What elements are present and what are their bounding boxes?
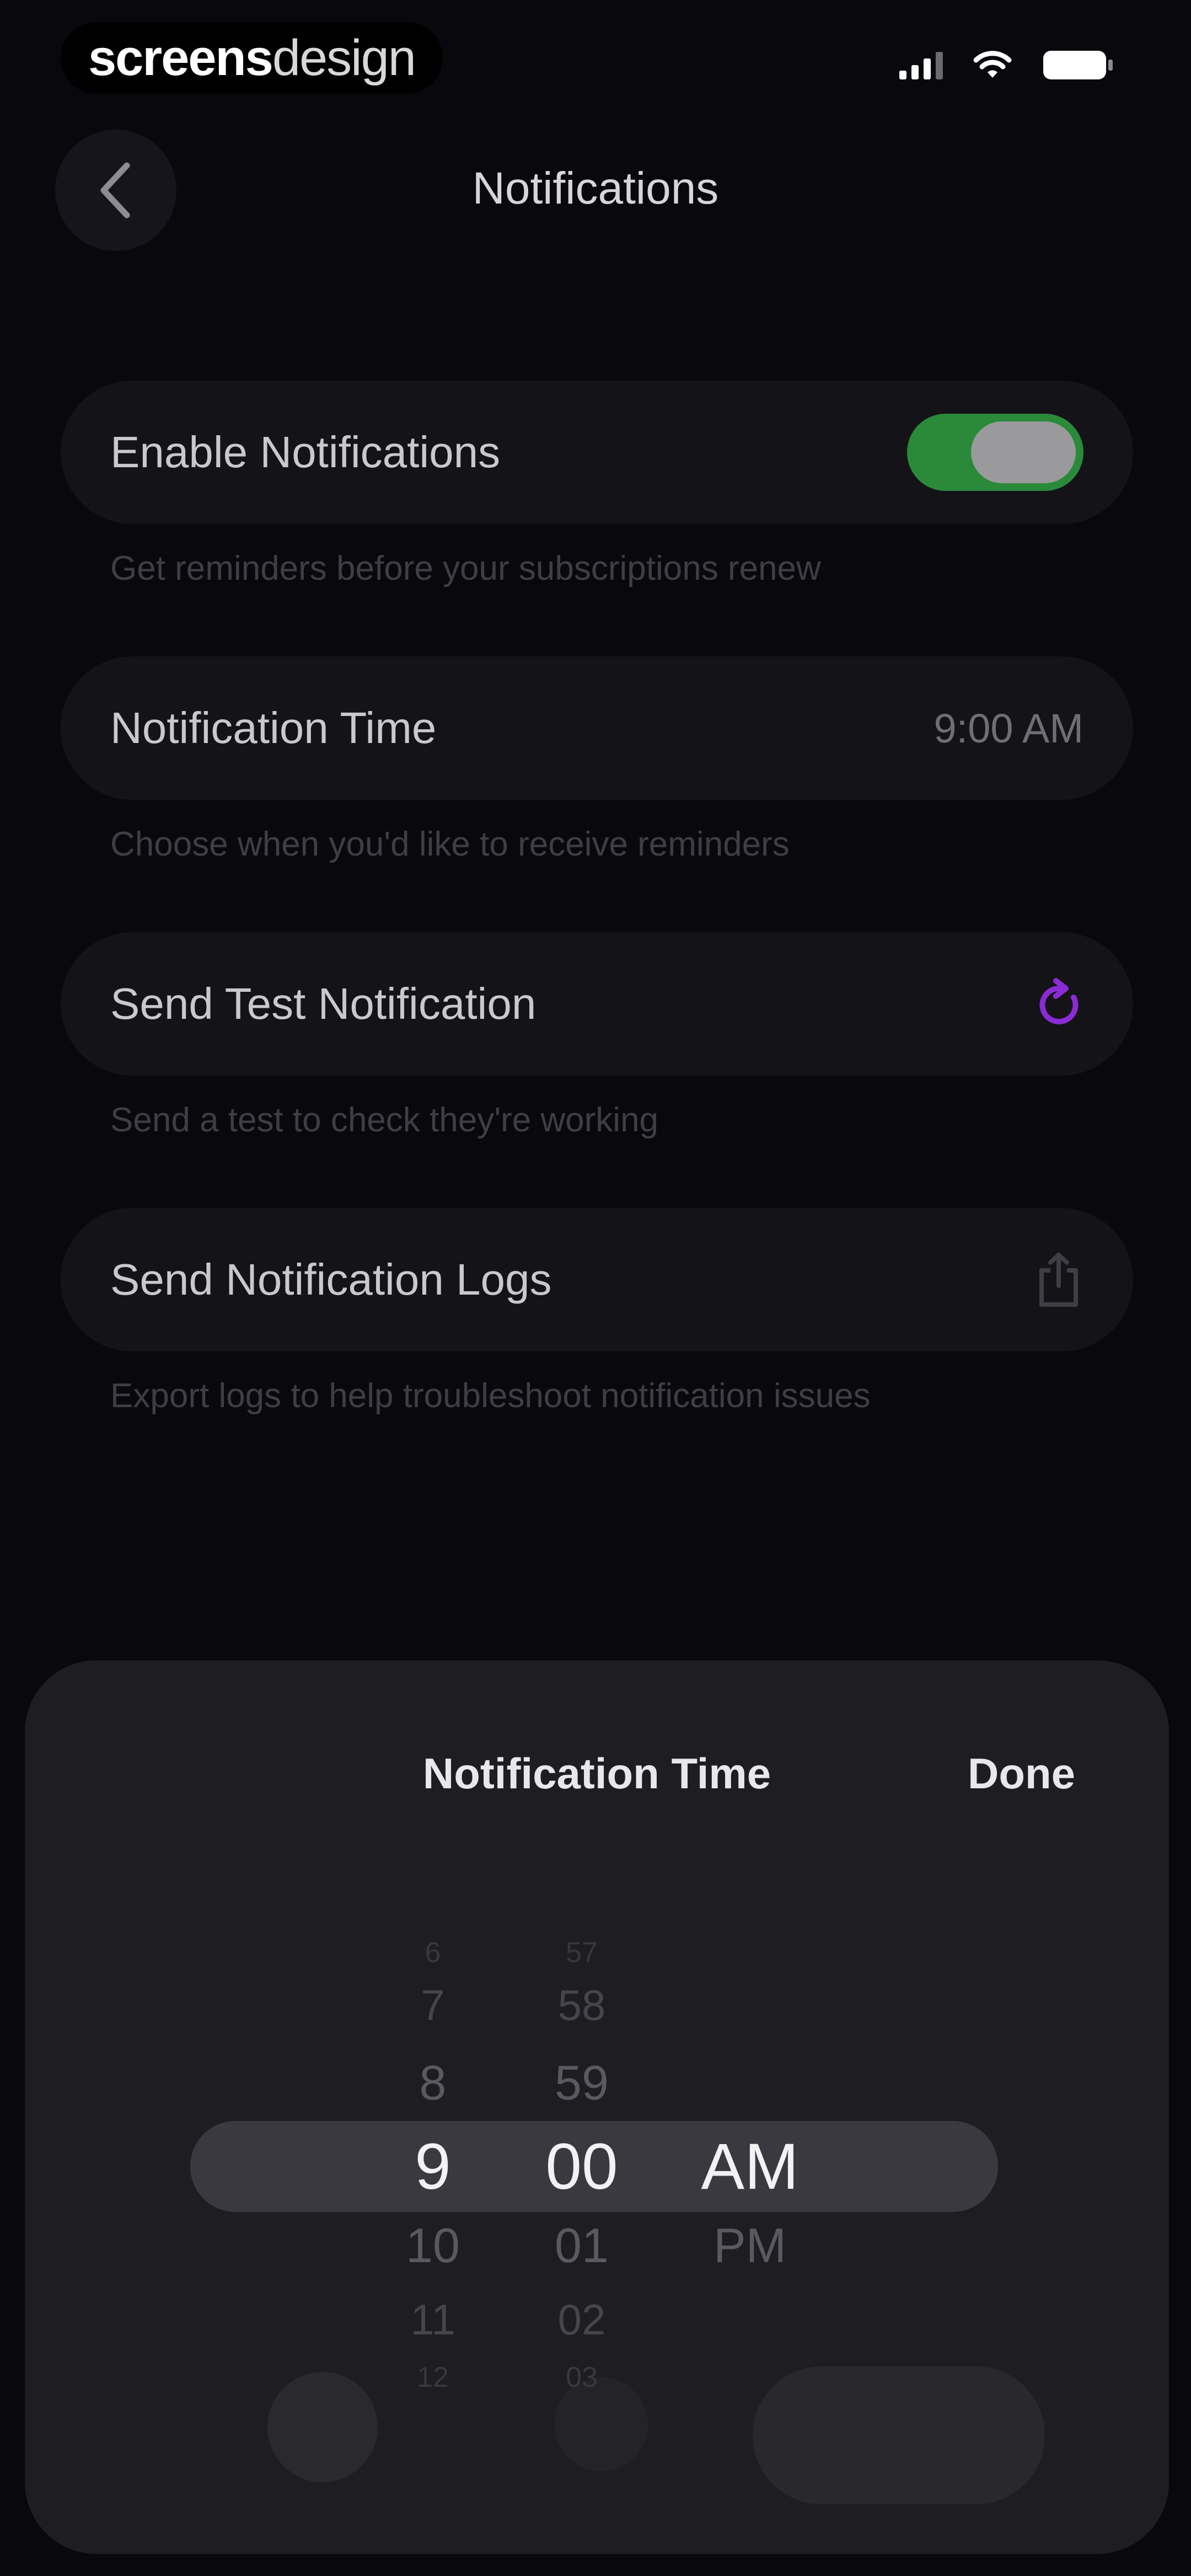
- picker-hour-selected[interactable]: 9: [350, 2129, 516, 2204]
- time-picker-sheet: Notification Time Done 6 7 8 9 10 11 12 …: [25, 1660, 1169, 2554]
- send-notification-logs-row[interactable]: Send Notification Logs: [61, 1208, 1133, 1351]
- status-bar: screens design: [0, 0, 1191, 127]
- enable-notifications-toggle[interactable]: [907, 414, 1083, 491]
- picker-hour-option[interactable]: 12: [350, 2361, 516, 2394]
- refresh-icon: [1034, 976, 1083, 1032]
- picker-period-selected[interactable]: AM: [667, 2129, 833, 2204]
- picker-hour-option[interactable]: 8: [350, 2055, 516, 2111]
- notification-time-caption: Choose when you'd like to receive remind…: [110, 825, 790, 863]
- battery-icon: [1042, 50, 1114, 81]
- picker-minute-option[interactable]: 57: [499, 1936, 664, 1969]
- notification-time-row[interactable]: Notification Time 9:00 AM: [61, 656, 1133, 800]
- picker-hour-option[interactable]: 6: [350, 1936, 516, 1969]
- watermark-light-text: design: [272, 29, 416, 86]
- picker-minute-selected[interactable]: 00: [499, 2129, 664, 2204]
- done-button[interactable]: Done: [968, 1749, 1075, 1799]
- enable-notifications-caption: Get reminders before your subscriptions …: [110, 549, 821, 587]
- picker-minute-option[interactable]: 59: [499, 2055, 664, 2111]
- picker-hour-option[interactable]: 7: [350, 1980, 516, 2030]
- cellular-signal-icon: [899, 51, 943, 79]
- watermark-bold-text: screens: [88, 29, 273, 86]
- watermark-logo: screens design: [61, 22, 443, 94]
- wifi-icon: [973, 50, 1012, 80]
- header: Notifications: [0, 130, 1191, 256]
- toggle-knob: [971, 421, 1076, 483]
- picker-minute-option[interactable]: 01: [499, 2217, 664, 2274]
- picker-period-option[interactable]: PM: [667, 2217, 833, 2274]
- ghost-tab-pill: [753, 2366, 1045, 2504]
- send-test-notification-row[interactable]: Send Test Notification: [61, 932, 1133, 1076]
- picker-minute-option[interactable]: 58: [499, 1980, 664, 2030]
- share-icon: [1034, 1249, 1083, 1310]
- enable-notifications-label: Enable Notifications: [110, 427, 501, 477]
- send-test-notification-label: Send Test Notification: [110, 979, 537, 1028]
- notifications-screen: screens design Notifications Enable Noti…: [0, 0, 1191, 2576]
- picker-minute-option[interactable]: 02: [499, 2295, 664, 2345]
- send-test-notification-caption: Send a test to check they're working: [110, 1101, 659, 1139]
- notification-time-value: 9:00 AM: [934, 705, 1083, 751]
- notification-time-label: Notification Time: [110, 703, 437, 752]
- picker-hour-option[interactable]: 11: [350, 2295, 516, 2345]
- status-icons: [899, 50, 1114, 81]
- send-notification-logs-caption: Export logs to help troubleshoot notific…: [110, 1377, 871, 1415]
- picker-hour-option[interactable]: 10: [350, 2217, 516, 2274]
- page-title: Notifications: [472, 163, 719, 213]
- enable-notifications-row[interactable]: Enable Notifications: [61, 381, 1133, 524]
- send-notification-logs-label: Send Notification Logs: [110, 1255, 552, 1304]
- picker-minute-option[interactable]: 03: [499, 2361, 664, 2394]
